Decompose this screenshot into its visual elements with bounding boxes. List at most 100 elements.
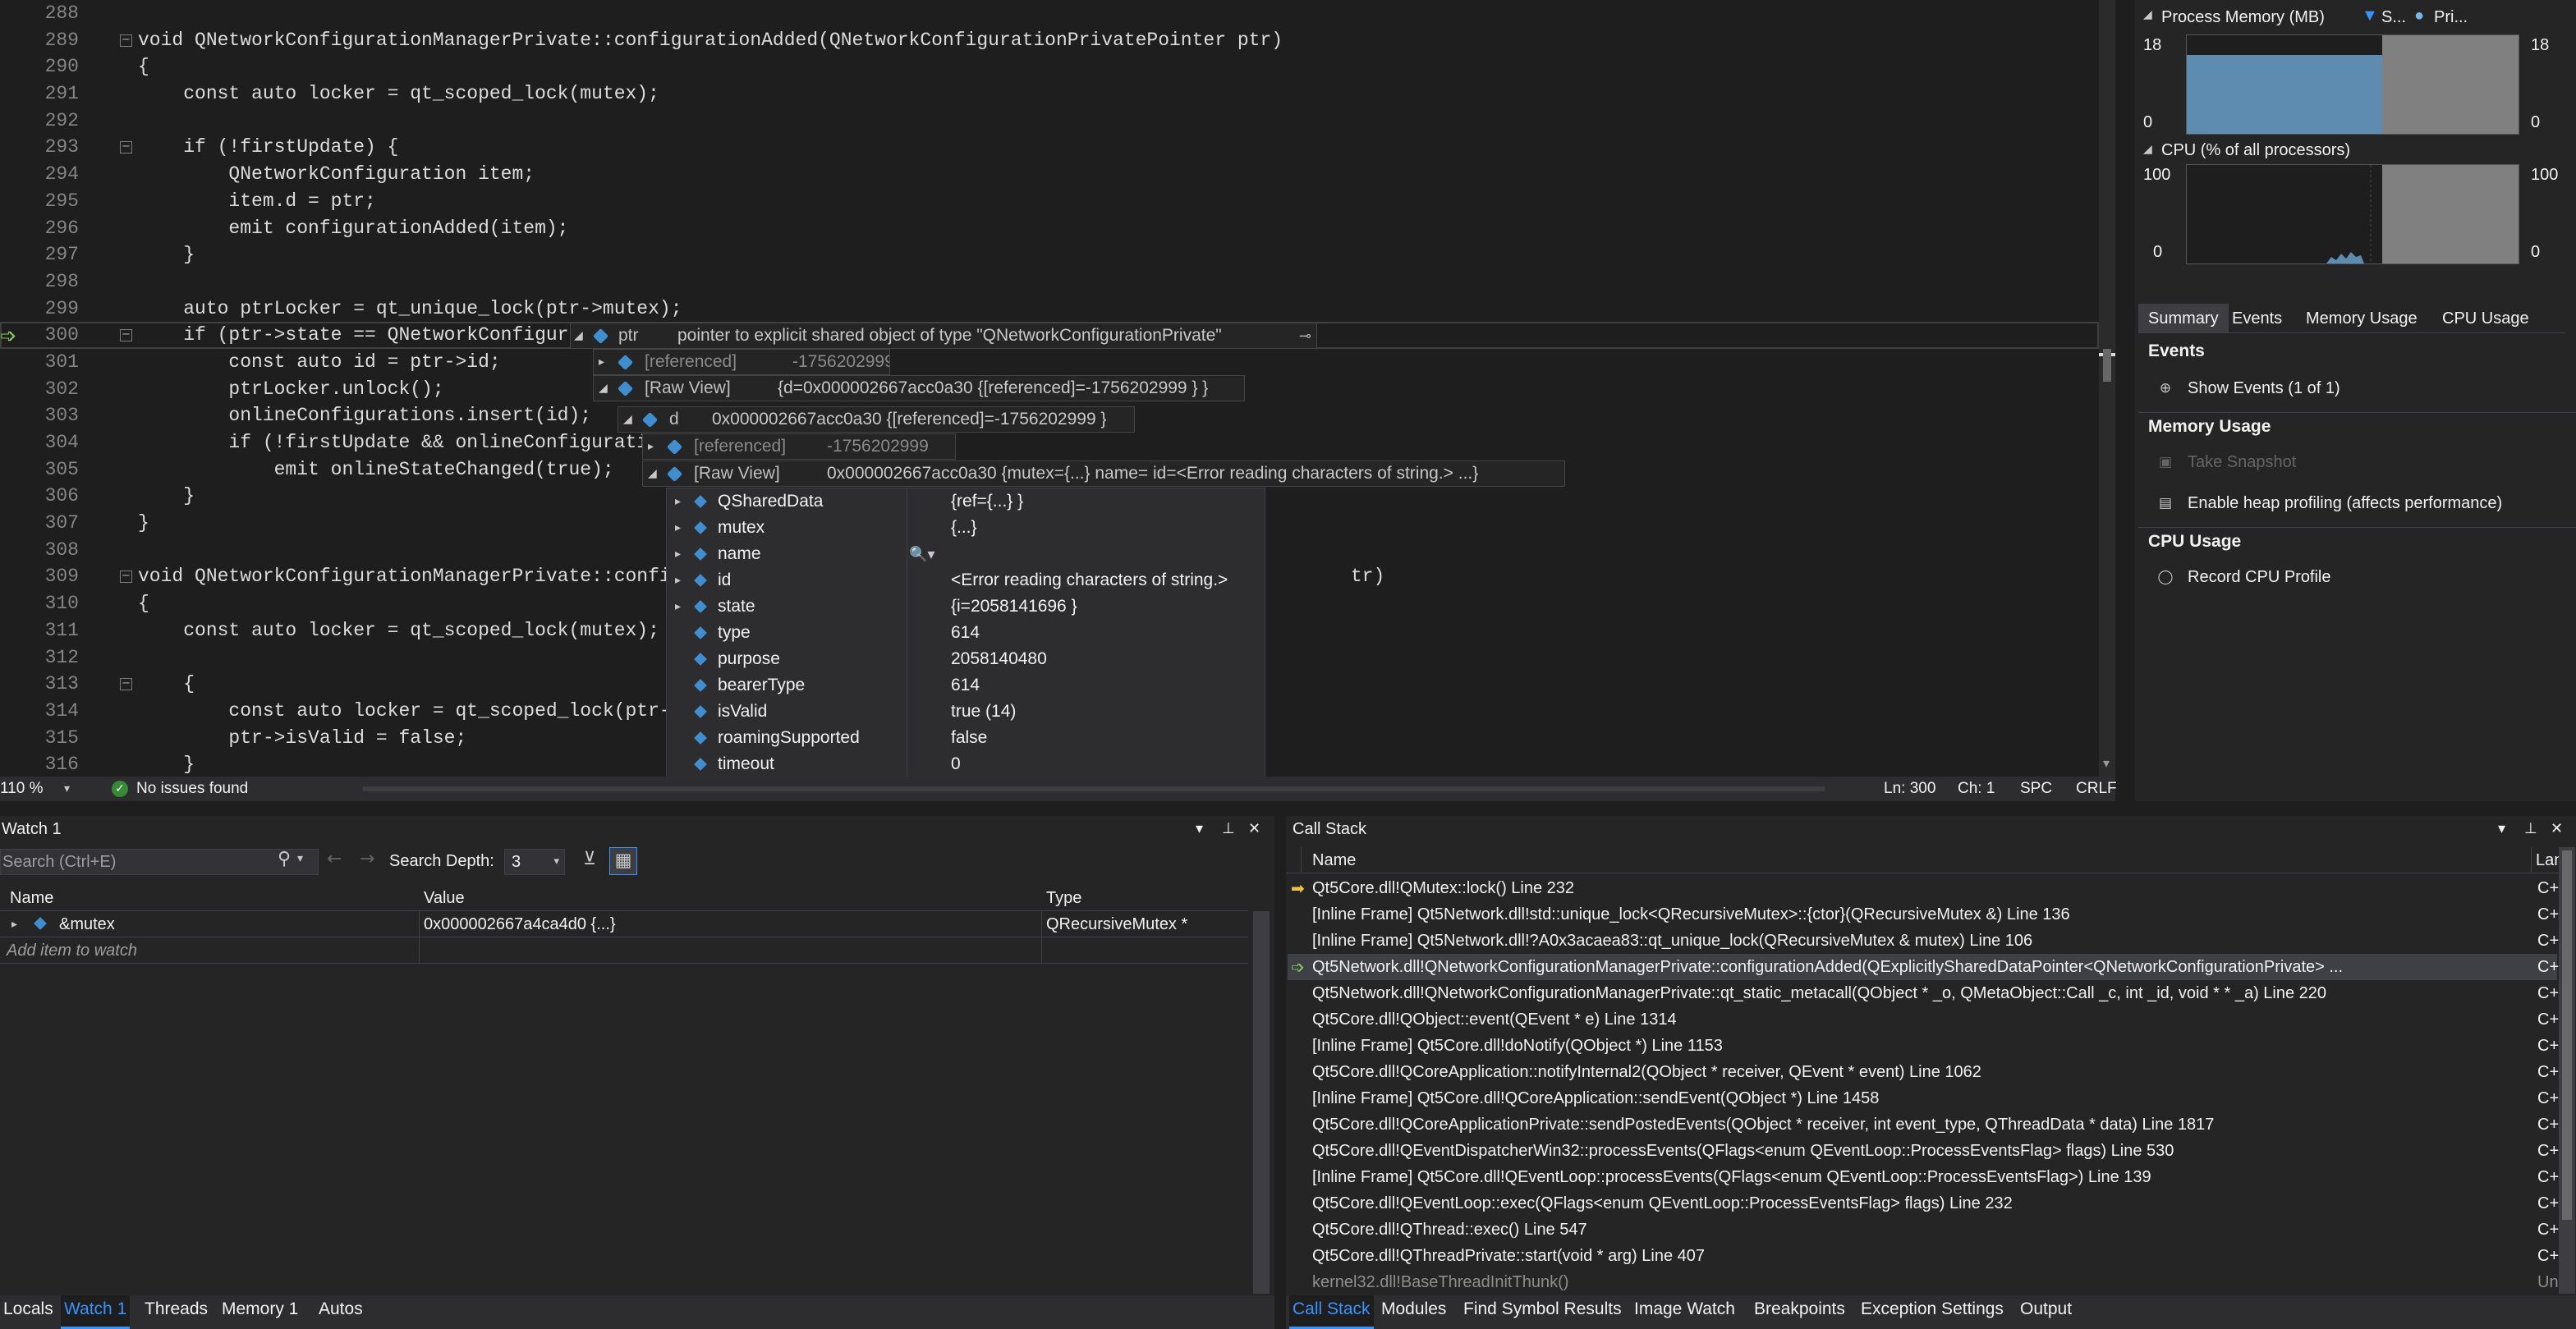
code-text[interactable]: const auto id = ptr->id; bbox=[138, 349, 500, 376]
editor-horizontal-scrollbar[interactable] bbox=[363, 786, 1825, 791]
watch-col-value[interactable]: Value bbox=[424, 885, 465, 911]
datatip-member-row[interactable]: isValid true (14) bbox=[667, 699, 1266, 725]
callstack-frame[interactable]: Qt5Network.dll!QNetworkConfigurationMana… bbox=[1288, 980, 2569, 1006]
code-text[interactable]: } bbox=[138, 241, 195, 268]
datatip-d-referenced-row[interactable]: ▸ [referenced] -1756202999 bbox=[642, 433, 956, 460]
datatip-value[interactable]: pointer to explicit shared object of typ… bbox=[677, 323, 1222, 348]
frame-name[interactable]: Qt5Core.dll!QThread::exec() Line 547 bbox=[1312, 1217, 2511, 1243]
frame-name[interactable]: [Inline Frame] Qt5Network.dll!?A0x3acaea… bbox=[1312, 928, 2511, 954]
filter-icon[interactable]: ⊻ bbox=[583, 849, 596, 869]
watch-row-name[interactable]: &mutex bbox=[59, 911, 115, 937]
expand-icon[interactable]: ▸ bbox=[675, 541, 681, 567]
expand-icon[interactable]: ▸ bbox=[675, 488, 681, 515]
code-line[interactable]: 291 const auto locker = qt_scoped_lock(m… bbox=[0, 80, 2099, 108]
code-line[interactable]: 298 bbox=[0, 268, 2099, 296]
add-watch-row[interactable]: Add item to watch bbox=[0, 937, 1248, 964]
line-indicator[interactable]: Ln: 300 bbox=[1884, 777, 1935, 801]
code-text[interactable]: const auto locker = qt_scoped_lock(mutex… bbox=[138, 80, 659, 108]
code-text[interactable]: emit configurationAdded(item); bbox=[138, 215, 568, 242]
fold-toggle-icon[interactable]: − bbox=[120, 34, 132, 47]
member-value[interactable]: {ref={...} } bbox=[951, 488, 1023, 515]
issues-status[interactable]: No issues found bbox=[136, 777, 248, 801]
collapse-icon[interactable]: ◢ bbox=[574, 323, 583, 348]
datatip-member-row[interactable]: type 614 bbox=[667, 620, 1266, 646]
tab-cpu-usage[interactable]: CPU Usage bbox=[2432, 304, 2539, 333]
datatip-member-row[interactable]: ▸ name bbox=[667, 541, 1266, 567]
datatip-value[interactable]: -1756202999 bbox=[827, 434, 929, 459]
code-text[interactable]: { bbox=[138, 671, 195, 698]
frame-name[interactable]: [Inline Frame] Qt5Core.dll!QEventLoop::p… bbox=[1312, 1164, 2511, 1190]
editor-vertical-scrollbar[interactable] bbox=[2099, 0, 2115, 777]
code-text[interactable]: emit onlineStateChanged(true); bbox=[138, 456, 614, 483]
member-value[interactable]: {i=2058141696 } bbox=[951, 593, 1077, 620]
pin-icon[interactable]: ⊥ bbox=[2524, 818, 2537, 841]
callstack-frame[interactable]: ➡ Qt5Core.dll!QMutex::lock() Line 232 C++ bbox=[1288, 875, 2569, 901]
tab-autos[interactable]: Autos bbox=[315, 1295, 366, 1329]
search-next-icon[interactable]: → bbox=[360, 849, 374, 869]
datatip-d-rawview-row[interactable]: ◢ [Raw View] 0x000002667acc0a30 {mutex={… bbox=[642, 461, 1565, 487]
collapse-icon[interactable]: ◢ bbox=[599, 376, 608, 401]
callstack-frame[interactable]: [Inline Frame] Qt5Core.dll!doNotify(QObj… bbox=[1288, 1033, 2569, 1059]
datatip-member-row[interactable]: ▸ id <Error reading characters of string.> bbox=[667, 567, 1266, 593]
code-text[interactable]: ptrLocker.unlock(); bbox=[138, 376, 443, 403]
enable-heap-profiling-button[interactable]: Enable heap profiling (affects performan… bbox=[2188, 494, 2502, 513]
fold-toggle-icon[interactable]: − bbox=[120, 141, 132, 154]
tab-modules[interactable]: Modules bbox=[1378, 1295, 1449, 1329]
expand-icon[interactable]: ▸ bbox=[675, 567, 681, 593]
expand-icon[interactable]: ▸ bbox=[11, 911, 17, 937]
watch-search-input[interactable]: Search (Ctrl+E) bbox=[0, 849, 319, 875]
code-line[interactable]: 289 − void QNetworkConfigurationManagerPri… bbox=[0, 27, 2099, 54]
expand-icon[interactable]: ▸ bbox=[648, 434, 654, 459]
cpu-graph[interactable] bbox=[2186, 164, 2519, 264]
collapse-icon[interactable]: ◢ bbox=[2143, 143, 2152, 156]
frame-name[interactable]: Qt5Core.dll!QCoreApplication::notifyInte… bbox=[1312, 1059, 2511, 1085]
tab-memory-1[interactable]: Memory 1 bbox=[218, 1295, 301, 1329]
editor-scroll-thumb[interactable] bbox=[2103, 349, 2111, 382]
line-ending-indicator[interactable]: CRLF bbox=[2076, 777, 2117, 801]
datatip-value[interactable]: -1756202999 bbox=[792, 350, 889, 374]
frame-name[interactable]: Qt5Core.dll!QCoreApplicationPrivate::sen… bbox=[1312, 1111, 2511, 1138]
tab-summary[interactable]: Summary bbox=[2138, 304, 2229, 333]
code-line[interactable]: 297 } bbox=[0, 241, 2099, 268]
frame-name[interactable]: Qt5Core.dll!QObject::event(QEvent * e) L… bbox=[1312, 1006, 2511, 1033]
code-text[interactable]: if (!firstUpdate) { bbox=[138, 134, 398, 161]
whitespace-indicator[interactable]: SPC bbox=[2020, 777, 2052, 801]
datatip-value[interactable]: 0x000002667acc0a30 {mutex={...} name= id… bbox=[827, 461, 1478, 486]
code-line[interactable]: 288 bbox=[0, 0, 2099, 27]
code-line[interactable]: 304 if (!firstUpdate && onlineConfigurat… bbox=[0, 429, 2099, 456]
frame-name[interactable]: kernel32.dll!BaseThreadInitThunk() bbox=[1312, 1269, 2511, 1295]
pin-icon[interactable]: ⊸ bbox=[1299, 323, 1311, 348]
callstack-frame[interactable]: [Inline Frame] Qt5Network.dll!std::uniqu… bbox=[1288, 901, 2569, 928]
watch-vertical-scrollbar[interactable] bbox=[1253, 911, 1270, 1294]
view-toggle-icon[interactable]: ▦ bbox=[609, 847, 637, 875]
datatip-member-row[interactable]: purpose 2058140480 bbox=[667, 646, 1266, 672]
code-text[interactable]: } bbox=[138, 751, 195, 777]
code-text[interactable]: { bbox=[138, 590, 149, 617]
datatip-value[interactable]: 0x000002667acc0a30 {[referenced]=-175620… bbox=[712, 407, 1107, 432]
code-text[interactable]: } bbox=[138, 510, 149, 537]
tab-threads[interactable]: Threads bbox=[141, 1295, 211, 1329]
tab-call-stack[interactable]: Call Stack bbox=[1289, 1295, 1374, 1329]
code-text[interactable]: ptr->isValid = false; bbox=[138, 725, 466, 752]
close-icon[interactable]: ✕ bbox=[2551, 818, 2563, 841]
pin-icon[interactable]: ⊥ bbox=[1222, 818, 1235, 841]
fold-toggle-icon[interactable]: − bbox=[120, 329, 132, 342]
search-previous-icon[interactable]: ← bbox=[327, 849, 342, 869]
member-value[interactable]: 0 bbox=[951, 751, 961, 777]
expand-icon[interactable]: ▸ bbox=[675, 515, 681, 541]
datatip-rawview-row[interactable]: ◢ [Raw View] {d=0x000002667acc0a30 {[ref… bbox=[593, 375, 1245, 401]
frame-name[interactable]: Qt5Core.dll!QMutex::lock() Line 232 bbox=[1312, 875, 2511, 901]
code-text[interactable]: item.d = ptr; bbox=[138, 188, 375, 215]
window-options-icon[interactable]: ▾ bbox=[1196, 818, 1203, 841]
callstack-frame[interactable]: Qt5Core.dll!QCoreApplicationPrivate::sen… bbox=[1288, 1111, 2569, 1138]
member-value[interactable]: 614 bbox=[951, 620, 980, 646]
member-value[interactable]: {...} bbox=[951, 515, 977, 541]
window-options-icon[interactable]: ▾ bbox=[2498, 818, 2505, 841]
watch-col-name[interactable]: Name bbox=[10, 885, 53, 911]
code-line[interactable]: 301 const auto id = ptr->id; bbox=[0, 349, 2099, 376]
callstack-frame[interactable]: [Inline Frame] Qt5Core.dll!QCoreApplicat… bbox=[1288, 1085, 2569, 1111]
frame-name[interactable]: [Inline Frame] Qt5Core.dll!doNotify(QObj… bbox=[1312, 1033, 2511, 1059]
code-text[interactable]: const auto locker = qt_scoped_lock(ptr- bbox=[138, 698, 670, 725]
callstack-frame[interactable]: Qt5Core.dll!QThreadPrivate::start(void *… bbox=[1288, 1243, 2569, 1269]
tab-events[interactable]: Events bbox=[2222, 304, 2292, 333]
